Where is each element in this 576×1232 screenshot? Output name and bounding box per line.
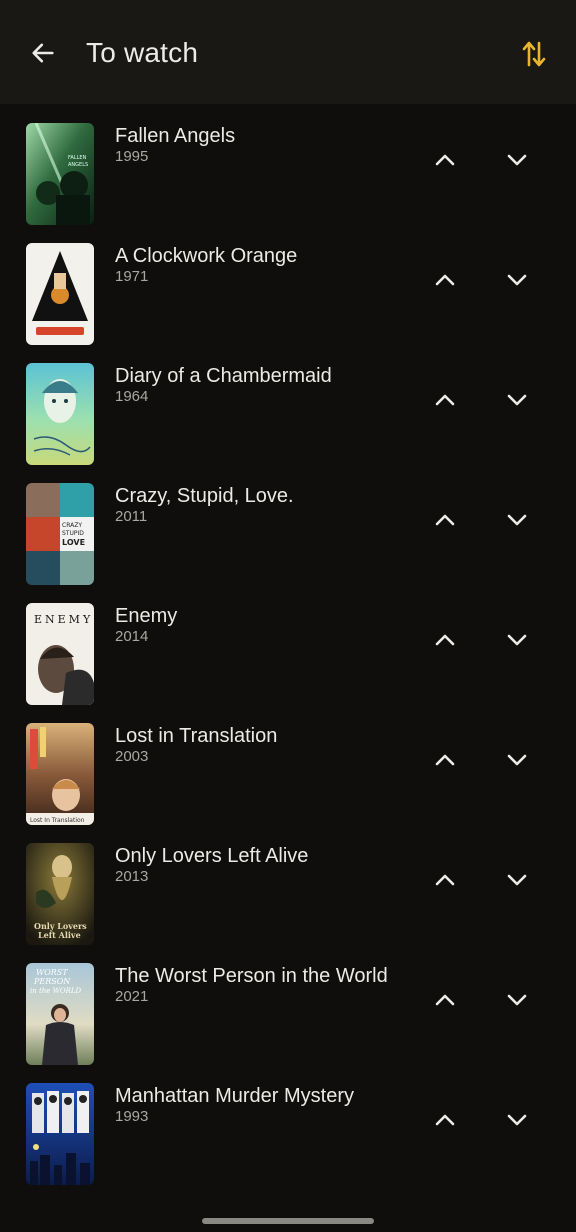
movie-year: 1964	[115, 388, 149, 405]
svg-text:WORST: WORST	[36, 968, 68, 977]
poster-only-lovers-left-alive: Only Lovers Left Alive	[26, 843, 94, 945]
move-up-button[interactable]	[425, 260, 465, 300]
svg-text:Left Alive: Left Alive	[38, 930, 81, 940]
chevron-down-icon	[507, 274, 527, 286]
list-item[interactable]: CRAZY STUPID LOVE Crazy, Stupid, Love. 2…	[0, 464, 576, 585]
chevron-up-icon	[435, 634, 455, 646]
svg-text:LOVE: LOVE	[62, 538, 85, 547]
list-item[interactable]: Only Lovers Left Alive Only Lovers Left …	[0, 824, 576, 945]
svg-text:in the WORLD: in the WORLD	[30, 987, 82, 995]
chevron-down-icon	[507, 634, 527, 646]
movie-year: 2021	[115, 988, 149, 1005]
movie-title: The Worst Person in the World	[115, 965, 388, 987]
list-item[interactable]: Manhattan Murder Mystery 1993	[0, 1064, 576, 1185]
move-down-button[interactable]	[497, 140, 537, 180]
move-down-button[interactable]	[497, 860, 537, 900]
list-item[interactable]: Lost In Translation Lost in Translation …	[0, 704, 576, 825]
svg-text:ENEMY: ENEMY	[34, 613, 93, 626]
chevron-down-icon	[507, 154, 527, 166]
move-up-button[interactable]	[425, 740, 465, 780]
movie-year: 1993	[115, 1108, 149, 1125]
poster-fallen-angels: FALLEN ANGELS	[26, 123, 94, 225]
svg-text:Lost In Translation: Lost In Translation	[30, 817, 85, 824]
poster-diary-of-a-chambermaid	[26, 363, 94, 465]
chevron-up-icon	[435, 514, 455, 526]
movie-title: Lost in Translation	[115, 725, 278, 747]
move-up-button[interactable]	[425, 620, 465, 660]
move-up-button[interactable]	[425, 140, 465, 180]
chevron-up-icon	[435, 874, 455, 886]
poster-the-worst-person-in-the-world: WORST PERSON in the WORLD	[26, 963, 94, 1065]
svg-text:ANGELS: ANGELS	[68, 162, 88, 168]
movie-year: 1995	[115, 148, 149, 165]
move-up-button[interactable]	[425, 1100, 465, 1140]
poster-lost-in-translation: Lost In Translation	[26, 723, 94, 825]
app-bar: To watch	[0, 0, 576, 104]
svg-text:STUPID: STUPID	[62, 530, 84, 537]
move-down-button[interactable]	[497, 1100, 537, 1140]
movie-title: Diary of a Chambermaid	[115, 365, 332, 387]
chevron-up-icon	[435, 754, 455, 766]
chevron-down-icon	[507, 754, 527, 766]
poster-crazy-stupid-love: CRAZY STUPID LOVE	[26, 483, 94, 585]
move-down-button[interactable]	[497, 500, 537, 540]
movie-title: Fallen Angels	[115, 125, 236, 147]
list-item[interactable]: ENEMY Enemy 2014	[0, 584, 576, 705]
page-title: To watch	[86, 37, 199, 68]
chevron-down-icon	[507, 1114, 527, 1126]
move-down-button[interactable]	[497, 380, 537, 420]
move-down-button[interactable]	[497, 620, 537, 660]
move-up-button[interactable]	[425, 500, 465, 540]
svg-text:PERSON: PERSON	[33, 977, 71, 986]
home-indicator[interactable]	[202, 1218, 374, 1224]
list-item[interactable]: A Clockwork Orange 1971	[0, 224, 576, 345]
svg-text:CRAZY: CRAZY	[62, 522, 82, 529]
poster-a-clockwork-orange	[26, 243, 94, 345]
svg-text:FALLEN: FALLEN	[68, 155, 87, 161]
chevron-down-icon	[507, 994, 527, 1006]
list-item[interactable]: Diary of a Chambermaid 1964	[0, 344, 576, 465]
list-item[interactable]: WORST PERSON in the WORLD The Worst Pers…	[0, 944, 576, 1065]
move-up-button[interactable]	[425, 380, 465, 420]
movie-year: 2011	[115, 508, 148, 525]
move-up-button[interactable]	[425, 860, 465, 900]
chevron-down-icon	[507, 394, 527, 406]
chevron-up-icon	[435, 154, 455, 166]
sort-button[interactable]	[512, 32, 556, 76]
movie-title: A Clockwork Orange	[115, 245, 298, 267]
movie-year: 2013	[115, 868, 149, 885]
movie-title: Manhattan Murder Mystery	[115, 1085, 354, 1107]
movie-year: 2014	[115, 628, 149, 645]
movie-title: Crazy, Stupid, Love.	[115, 485, 294, 507]
chevron-down-icon	[507, 514, 527, 526]
list-item[interactable]: FALLEN ANGELS Fallen Angels 1995	[0, 104, 576, 225]
chevron-up-icon	[435, 1114, 455, 1126]
movie-year: 1971	[115, 268, 149, 285]
move-up-button[interactable]	[425, 980, 465, 1020]
movie-year: 2003	[115, 748, 149, 765]
poster-manhattan-murder-mystery	[26, 1083, 94, 1185]
chevron-up-icon	[435, 274, 455, 286]
poster-enemy: ENEMY	[26, 603, 94, 705]
chevron-down-icon	[507, 874, 527, 886]
move-down-button[interactable]	[497, 980, 537, 1020]
back-button[interactable]	[22, 32, 64, 74]
chevron-up-icon	[435, 394, 455, 406]
move-down-button[interactable]	[497, 260, 537, 300]
movie-title: Only Lovers Left Alive	[115, 845, 309, 867]
movie-title: Enemy	[115, 605, 178, 627]
arrow-left-icon	[32, 43, 54, 63]
move-down-button[interactable]	[497, 740, 537, 780]
chevron-up-icon	[435, 994, 455, 1006]
sort-arrows-icon	[522, 41, 546, 67]
